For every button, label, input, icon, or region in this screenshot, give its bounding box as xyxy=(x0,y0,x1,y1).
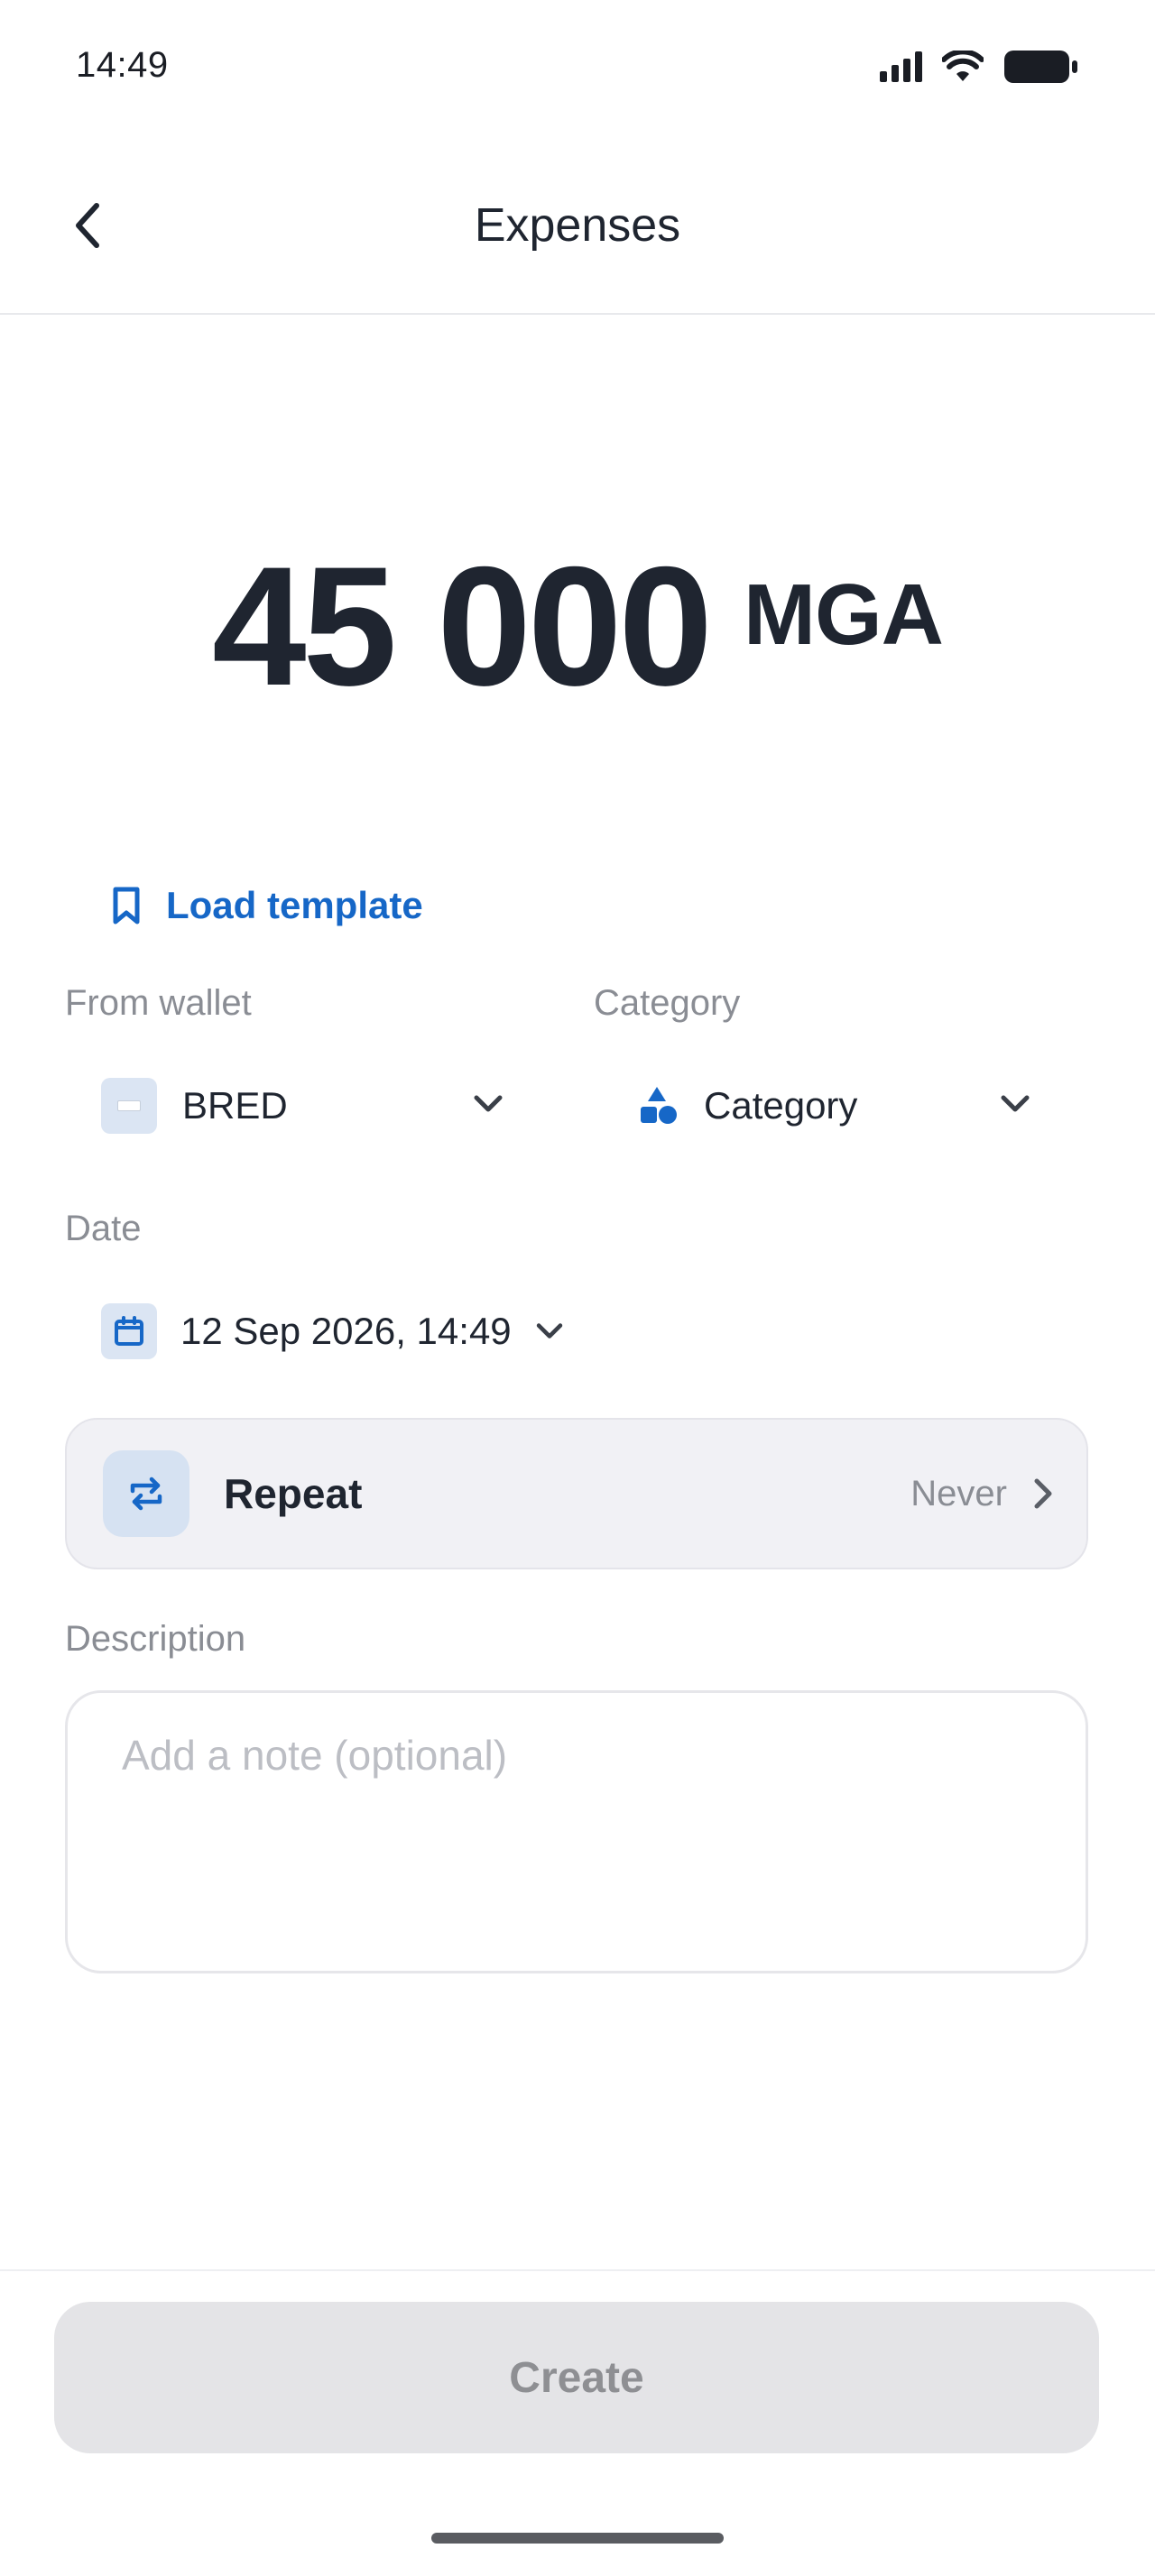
repeat-value: Never xyxy=(910,1473,1007,1513)
load-template-label: Load template xyxy=(166,884,423,926)
chevron-down-icon xyxy=(474,1095,503,1112)
amount-value: 45 000 xyxy=(212,531,713,721)
header-divider xyxy=(0,313,1155,315)
description-field[interactable] xyxy=(65,1690,1088,1973)
repeat-icon xyxy=(103,1450,189,1537)
category-value: Category xyxy=(704,1084,858,1127)
load-template-button[interactable]: Load template xyxy=(110,884,423,927)
category-label: Category xyxy=(594,983,741,1023)
description-label: Description xyxy=(65,1619,246,1659)
amount-display[interactable]: 45 000 MGA xyxy=(0,541,1155,711)
from-wallet-label: From wallet xyxy=(65,983,252,1023)
chevron-right-icon xyxy=(1034,1478,1052,1509)
category-select[interactable]: Category xyxy=(637,1070,1047,1142)
wallet-select[interactable]: BRED xyxy=(101,1070,516,1142)
date-select[interactable]: 12 Sep 2026, 14:49 xyxy=(101,1295,606,1367)
date-value: 12 Sep 2026, 14:49 xyxy=(180,1310,512,1352)
date-label: Date xyxy=(65,1209,142,1248)
bottom-divider xyxy=(0,2269,1155,2271)
cellular-signal-icon xyxy=(880,51,922,82)
battery-icon xyxy=(1004,51,1077,83)
home-indicator xyxy=(431,2533,724,2544)
chevron-down-icon xyxy=(1001,1095,1030,1112)
page-title: Expenses xyxy=(474,199,681,252)
wifi-icon xyxy=(942,51,984,81)
wallet-value: BRED xyxy=(182,1084,288,1127)
repeat-row[interactable]: Repeat Never xyxy=(65,1418,1088,1569)
repeat-label: Repeat xyxy=(224,1470,363,1517)
create-button[interactable]: Create xyxy=(54,2302,1099,2453)
description-input[interactable] xyxy=(122,1731,1031,1933)
status-icons xyxy=(880,49,1079,85)
status-time: 14:49 xyxy=(76,45,169,85)
shapes-icon xyxy=(641,1087,677,1124)
amount-currency: MGA xyxy=(744,566,944,663)
bank-logo-icon xyxy=(101,1078,157,1134)
calendar-icon xyxy=(101,1303,157,1359)
chevron-down-icon xyxy=(536,1323,562,1339)
bookmark-icon xyxy=(113,887,140,925)
